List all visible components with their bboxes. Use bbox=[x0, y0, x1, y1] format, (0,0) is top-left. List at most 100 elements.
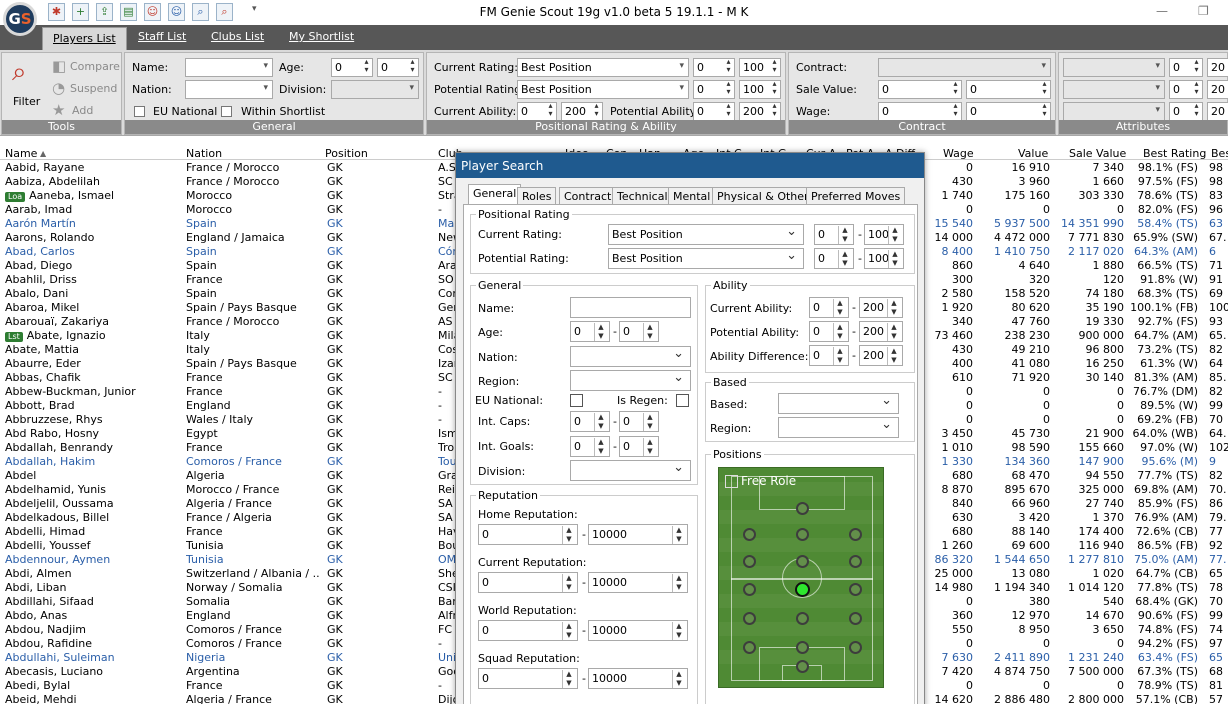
d-current-rating-combo[interactable]: Best Position bbox=[608, 224, 804, 245]
position-slot[interactable] bbox=[742, 582, 756, 596]
d-based-combo[interactable] bbox=[778, 393, 899, 414]
d-is-regen-checkbox[interactable] bbox=[676, 394, 689, 407]
position-slot[interactable] bbox=[742, 611, 756, 625]
d-potential-ability-min[interactable]: 0 bbox=[809, 321, 849, 342]
dtab-technical[interactable]: Technical bbox=[612, 187, 673, 205]
d-potential-rating-min[interactable]: 0 bbox=[814, 248, 854, 269]
dtab-mental[interactable]: Mental bbox=[668, 187, 716, 205]
position-slot[interactable] bbox=[795, 527, 809, 541]
potential-ability-min-spinner[interactable]: 0 bbox=[693, 102, 735, 121]
d-nation-combo[interactable] bbox=[570, 346, 691, 367]
d-current-ability-max[interactable]: 200 bbox=[859, 297, 903, 318]
d-current-rating-max[interactable]: 100 bbox=[864, 224, 904, 245]
dtab-general[interactable]: General bbox=[468, 184, 522, 205]
d-home-reputation-max[interactable]: 10000 bbox=[588, 524, 688, 545]
attribute-min-spinner-1[interactable]: 0 bbox=[1169, 58, 1203, 77]
d-squad-reputation-max[interactable]: 10000 bbox=[588, 668, 688, 689]
d-int-goals-max[interactable]: 0 bbox=[619, 436, 659, 457]
d-current-rating-min[interactable]: 0 bbox=[814, 224, 854, 245]
d-name-input[interactable] bbox=[570, 297, 691, 318]
col-nation[interactable]: Nation bbox=[186, 147, 222, 160]
wage-max-spinner[interactable]: 0 bbox=[966, 102, 1051, 121]
d-int-caps-max[interactable]: 0 bbox=[619, 411, 659, 432]
current-rating-max-spinner[interactable]: 100 bbox=[739, 58, 781, 77]
d-age-min[interactable]: 0 bbox=[570, 321, 610, 342]
position-slot[interactable] bbox=[795, 659, 809, 673]
within-shortlist-checkbox[interactable] bbox=[221, 106, 232, 117]
col-position[interactable]: Position bbox=[325, 147, 368, 160]
dtab-preferred-moves[interactable]: Preferred Moves bbox=[806, 187, 906, 205]
add-button[interactable]: Add bbox=[72, 104, 93, 117]
division-combo[interactable] bbox=[331, 80, 419, 99]
position-slot[interactable] bbox=[848, 611, 862, 625]
col-best[interactable]: Bes bbox=[1211, 147, 1228, 160]
current-rating-min-spinner[interactable]: 0 bbox=[693, 58, 735, 77]
nation-combo[interactable] bbox=[185, 80, 273, 99]
d-current-reputation-max[interactable]: 10000 bbox=[588, 572, 688, 593]
current-rating-combo[interactable]: Best Position bbox=[517, 58, 689, 77]
position-selected[interactable] bbox=[794, 581, 810, 597]
current-ability-max-spinner[interactable]: 200 bbox=[561, 102, 603, 121]
d-int-goals-min[interactable]: 0 bbox=[570, 436, 610, 457]
attribute-max-spinner-1[interactable]: 20 bbox=[1207, 58, 1228, 77]
dtab-roles[interactable]: Roles bbox=[517, 187, 557, 205]
d-potential-rating-combo[interactable]: Best Position bbox=[608, 248, 804, 269]
d-current-reputation-min[interactable]: 0 bbox=[478, 572, 578, 593]
col-wage[interactable]: Wage bbox=[943, 147, 974, 160]
d-int-caps-min[interactable]: 0 bbox=[570, 411, 610, 432]
d-home-reputation-min[interactable]: 0 bbox=[478, 524, 578, 545]
filter-button[interactable]: Filter bbox=[13, 95, 40, 108]
tab-staff-list[interactable]: Staff List bbox=[138, 30, 186, 43]
sale-value-min-spinner[interactable]: 0 bbox=[878, 80, 962, 99]
position-slot[interactable] bbox=[742, 554, 756, 568]
d-division-combo[interactable] bbox=[570, 460, 691, 481]
free-role-checkbox[interactable] bbox=[725, 475, 738, 488]
name-combo[interactable] bbox=[185, 58, 273, 77]
col-sale-value[interactable]: Sale Value bbox=[1069, 147, 1126, 160]
wage-min-spinner[interactable]: 0 bbox=[878, 102, 962, 121]
d-based-region-combo[interactable] bbox=[778, 417, 899, 438]
d-region-combo[interactable] bbox=[570, 370, 691, 391]
attribute-max-spinner-3[interactable]: 20 bbox=[1207, 102, 1228, 121]
position-slot[interactable] bbox=[795, 611, 809, 625]
potential-rating-combo[interactable]: Best Position bbox=[517, 80, 689, 99]
d-eu-national-checkbox[interactable] bbox=[570, 394, 583, 407]
age-min-spinner[interactable]: 0 bbox=[331, 58, 373, 77]
attribute-min-spinner-3[interactable]: 0 bbox=[1169, 102, 1203, 121]
d-potential-rating-max[interactable]: 100 bbox=[864, 248, 904, 269]
position-slot[interactable] bbox=[848, 640, 862, 654]
app-logo[interactable]: GS bbox=[3, 2, 37, 36]
attribute-max-spinner-2[interactable]: 20 bbox=[1207, 80, 1228, 99]
tab-players-list[interactable]: Players List bbox=[42, 27, 127, 50]
restore-icon[interactable]: ❐ bbox=[1198, 4, 1209, 18]
attribute-combo-3[interactable] bbox=[1063, 102, 1165, 121]
dtab-physical-other[interactable]: Physical & Other bbox=[712, 187, 814, 205]
contract-combo[interactable] bbox=[878, 58, 1051, 77]
col-value[interactable]: Value bbox=[1018, 147, 1048, 160]
potential-ability-max-spinner[interactable]: 200 bbox=[739, 102, 781, 121]
sale-value-max-spinner[interactable]: 0 bbox=[966, 80, 1051, 99]
d-current-ability-min[interactable]: 0 bbox=[809, 297, 849, 318]
d-age-max[interactable]: 0 bbox=[619, 321, 659, 342]
tab-my-shortlist[interactable]: My Shortlist bbox=[289, 30, 354, 43]
position-slot[interactable] bbox=[848, 582, 862, 596]
tab-clubs-list[interactable]: Clubs List bbox=[211, 30, 264, 43]
position-slot[interactable] bbox=[848, 554, 862, 568]
dtab-contract[interactable]: Contract bbox=[559, 187, 617, 205]
position-slot[interactable] bbox=[742, 640, 756, 654]
compare-button[interactable]: Compare bbox=[70, 60, 120, 73]
attribute-min-spinner-2[interactable]: 0 bbox=[1169, 80, 1203, 99]
attribute-combo-1[interactable] bbox=[1063, 58, 1165, 77]
current-ability-min-spinner[interactable]: 0 bbox=[517, 102, 557, 121]
d-ability-difference-max[interactable]: 200 bbox=[859, 345, 903, 366]
attribute-combo-2[interactable] bbox=[1063, 80, 1165, 99]
d-ability-difference-min[interactable]: 0 bbox=[809, 345, 849, 366]
col-best-rating[interactable]: Best Rating bbox=[1143, 147, 1206, 160]
position-slot[interactable] bbox=[848, 527, 862, 541]
position-slot[interactable] bbox=[795, 501, 809, 515]
d-potential-ability-max[interactable]: 200 bbox=[859, 321, 903, 342]
dialog-title[interactable]: Player Search bbox=[456, 153, 924, 178]
potential-rating-max-spinner[interactable]: 100 bbox=[739, 80, 781, 99]
position-slot[interactable] bbox=[742, 527, 756, 541]
potential-rating-min-spinner[interactable]: 0 bbox=[693, 80, 735, 99]
